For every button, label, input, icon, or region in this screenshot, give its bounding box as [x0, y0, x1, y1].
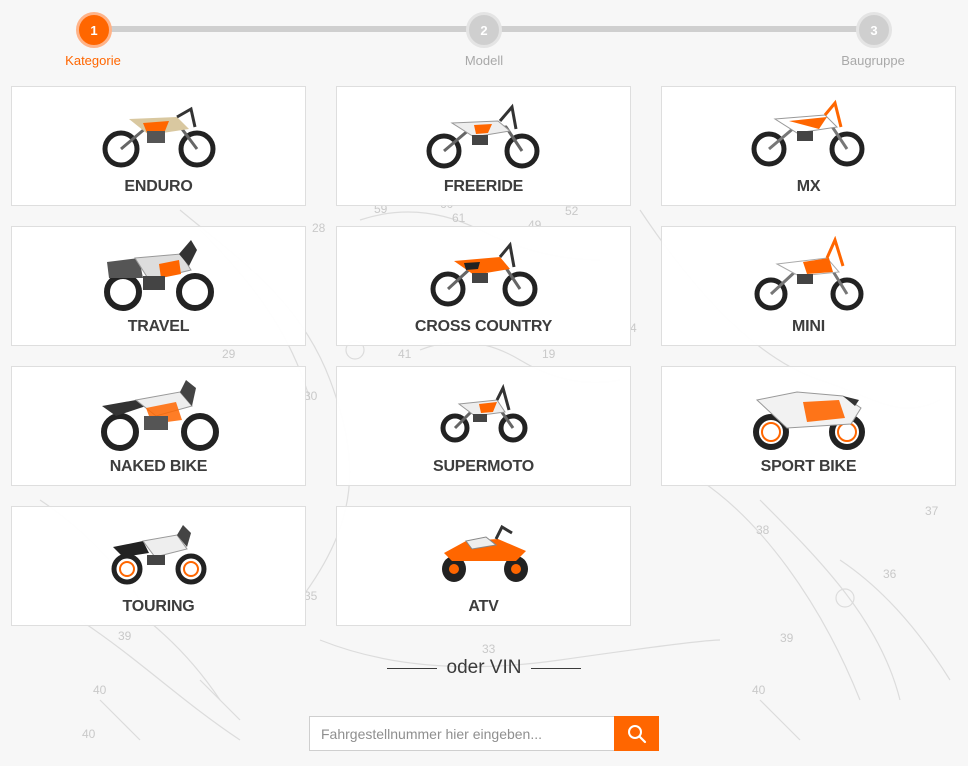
callout-number: 39 [118, 629, 132, 643]
mx-bike-icon [662, 93, 955, 175]
callout-number: 40 [93, 683, 107, 697]
callout-number: 29 [222, 347, 236, 361]
callout-number: 33 [482, 642, 496, 656]
category-label: TOURING [122, 598, 195, 615]
callout-number: 4 [630, 321, 637, 335]
naked-bike-icon [12, 373, 305, 455]
callout-number: 36 [883, 567, 897, 581]
category-card-touring[interactable]: TOURING [11, 506, 306, 626]
category-card-cross-country[interactable]: CROSS COUNTRY [336, 226, 631, 346]
callout-number: 28 [312, 221, 326, 235]
step-2-circle[interactable]: 2 [466, 12, 502, 48]
category-label: ATV [468, 598, 499, 615]
freeride-bike-icon [337, 93, 630, 175]
step-2-label[interactable]: Modell [424, 53, 544, 68]
callout-number: 41 [398, 347, 412, 361]
progress-stepper: 1 2 3 Kategorie Modell Baugruppe [0, 0, 968, 82]
vin-search-form [309, 716, 659, 751]
category-label: CROSS COUNTRY [414, 318, 553, 335]
step-3-circle[interactable]: 3 [856, 12, 892, 48]
cross-country-bike-icon [337, 233, 630, 315]
callout-number: 40 [82, 727, 96, 741]
category-label: SUPERMOTO [432, 458, 535, 475]
callout-number: 38 [756, 523, 770, 537]
category-card-atv[interactable]: ATV [336, 506, 631, 626]
callout-number: 35 [304, 589, 318, 603]
category-label: FREERIDE [443, 178, 524, 195]
atv-icon [337, 513, 630, 595]
category-card-mini[interactable]: MINI [661, 226, 956, 346]
category-label: NAKED BIKE [109, 458, 208, 475]
sport-bike-icon [662, 373, 955, 455]
mini-bike-icon [662, 233, 955, 315]
category-card-naked-bike[interactable]: NAKED BIKE [11, 366, 306, 486]
divider-line [386, 667, 437, 669]
search-icon [627, 724, 646, 743]
step-3-label[interactable]: Baugruppe [813, 53, 933, 68]
divider-line [531, 667, 582, 669]
category-card-freeride[interactable]: FREERIDE [336, 86, 631, 206]
category-card-supermoto[interactable]: SUPERMOTO [336, 366, 631, 486]
callout-number: 52 [565, 204, 579, 218]
step-1-label[interactable]: Kategorie [33, 53, 153, 68]
vin-heading-text: oder VIN [446, 657, 522, 678]
vin-heading: oder VIN [0, 656, 968, 680]
vin-input[interactable] [309, 716, 614, 751]
category-label: MX [796, 178, 821, 195]
category-label: ENDURO [124, 178, 193, 195]
category-card-sport-bike[interactable]: SPORT BIKE [661, 366, 956, 486]
callout-number: 19 [542, 347, 556, 361]
callout-number: 40 [752, 683, 766, 697]
vin-search-button[interactable] [614, 716, 659, 751]
category-label: SPORT BIKE [760, 458, 857, 475]
supermoto-bike-icon [337, 373, 630, 455]
travel-bike-icon [12, 233, 305, 315]
category-label: TRAVEL [127, 318, 190, 335]
callout-number: 30 [304, 389, 318, 403]
category-card-enduro[interactable]: ENDURO [11, 86, 306, 206]
callout-number: 61 [452, 211, 466, 225]
touring-bike-icon [12, 513, 305, 595]
category-card-travel[interactable]: TRAVEL [11, 226, 306, 346]
callout-number: 37 [925, 504, 939, 518]
enduro-bike-icon [12, 93, 305, 175]
category-label: MINI [792, 318, 825, 335]
callout-number: 39 [780, 631, 794, 645]
step-1-circle[interactable]: 1 [76, 12, 112, 48]
category-card-mx[interactable]: MX [661, 86, 956, 206]
